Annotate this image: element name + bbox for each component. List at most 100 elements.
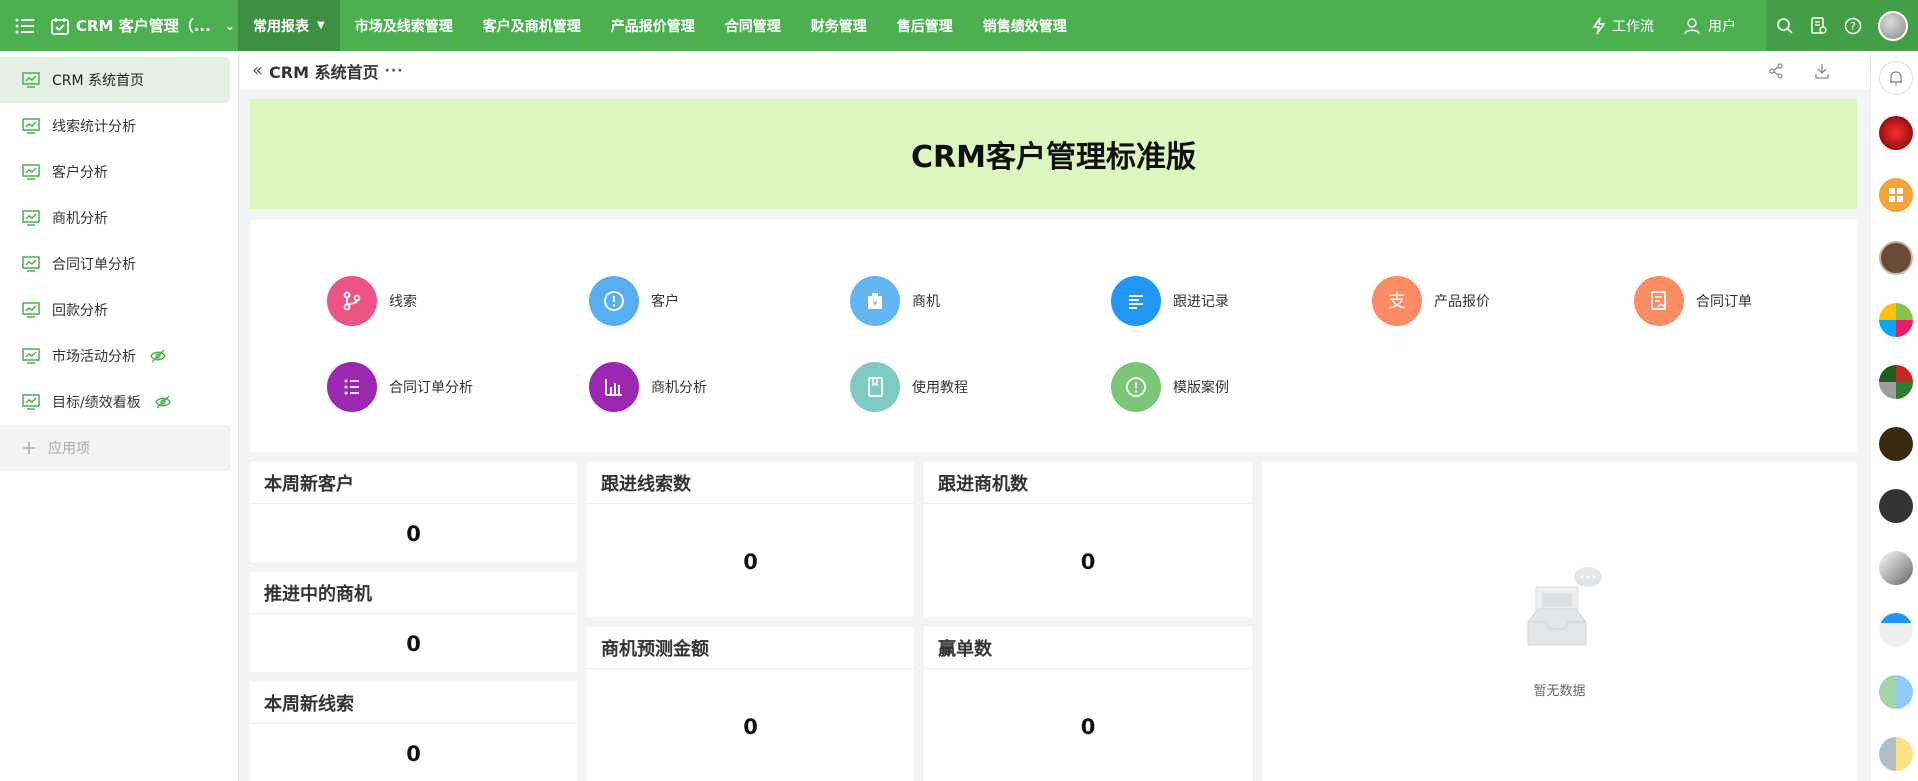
dashboard-banner: CRM客户管理标准版: [250, 99, 1857, 209]
svg-text:支: 支: [1388, 291, 1406, 312]
card-followed-opps: 跟进商机数 0: [924, 462, 1252, 617]
rail-app-avatar[interactable]: [1879, 427, 1913, 461]
card-won-deals: 赢单数 0: [924, 627, 1252, 781]
card-value: 0: [743, 715, 758, 739]
content-header: « CRM 系统首页 ···: [240, 51, 1870, 91]
shortcut-leads[interactable]: 线索: [327, 276, 417, 326]
more-options-icon[interactable]: ···: [385, 63, 404, 79]
shortcut-label: 跟进记录: [1173, 294, 1229, 310]
rail-app-avatar[interactable]: [1879, 116, 1913, 150]
caret-down-icon: ▼: [317, 20, 325, 31]
document-settings-icon[interactable]: [1810, 16, 1828, 35]
shortcut-label: 客户: [651, 294, 679, 310]
shortcut-label: 线索: [389, 294, 417, 310]
card-title: 赢单数: [924, 627, 1252, 669]
nav-product-quotes[interactable]: 产品报价管理: [596, 0, 710, 51]
header-tools: [1768, 51, 1830, 91]
app-switcher[interactable]: CRM 客户管理（... ⌄: [50, 0, 238, 51]
sidebar-item-crm-home[interactable]: CRM 系统首页: [0, 57, 230, 103]
chart-board-icon: [22, 302, 40, 318]
sidebar-item-customer-analysis[interactable]: 客户分析: [0, 149, 230, 195]
shortcut-opp-analysis[interactable]: 商机分析: [589, 362, 707, 412]
nav-common-reports[interactable]: 常用报表 ▼: [238, 0, 340, 51]
shortcut-opportunities[interactable]: ¥ 商机: [850, 276, 940, 326]
collapse-sidebar-icon[interactable]: «: [252, 60, 263, 81]
rail-app-avatar[interactable]: [1879, 551, 1913, 585]
nav-label: 合同管理: [724, 18, 781, 35]
rail-group-avatar[interactable]: [1879, 303, 1913, 337]
sidebar-item-lead-stats[interactable]: 线索统计分析: [0, 103, 230, 149]
branch-icon: [327, 276, 377, 326]
menu-icon[interactable]: [0, 0, 50, 51]
empty-inbox-icon: [1527, 567, 1602, 646]
svg-text:?: ?: [1850, 20, 1856, 33]
card-title: 商机预测金额: [587, 627, 914, 669]
sidebar-add-app-item[interactable]: 应用项: [0, 425, 230, 471]
rail-group-avatar[interactable]: [1879, 365, 1913, 399]
shortcut-product-quotes[interactable]: 支 产品报价: [1372, 276, 1490, 326]
shortcut-contract-analysis[interactable]: 合同订单分析: [327, 362, 473, 412]
sidebar-item-opp-analysis[interactable]: 商机分析: [0, 195, 230, 241]
chart-board-icon: [22, 118, 40, 134]
sidebar-item-label: 线索统计分析: [52, 119, 136, 135]
bell-icon[interactable]: [1879, 61, 1913, 95]
rail-group-avatar[interactable]: [1879, 737, 1913, 771]
search-icon[interactable]: [1776, 17, 1794, 35]
alert-circle-icon: [589, 276, 639, 326]
rail-app-avatar[interactable]: [1879, 241, 1913, 275]
sidebar-item-contract-analysis[interactable]: 合同订单分析: [0, 241, 230, 287]
card-title: 本周新线索: [250, 682, 577, 724]
shortcut-label: 合同订单分析: [389, 380, 473, 396]
shortcut-follow-records[interactable]: 跟进记录: [1111, 276, 1229, 326]
page-title: CRM 系统首页: [269, 62, 379, 82]
sidebar: CRM 系统首页 线索统计分析 客户分析 商机分析 合同订单分析 回款分析 市场…: [0, 51, 239, 781]
download-icon[interactable]: [1814, 63, 1830, 79]
card-value: 0: [406, 632, 421, 656]
nav-contracts[interactable]: 合同管理: [710, 0, 796, 51]
calendar-check-icon: [51, 17, 69, 35]
nav-market-leads[interactable]: 市场及线索管理: [340, 0, 468, 51]
topbar-right: 工作流 用户 ?: [1592, 0, 1918, 51]
rail-group-avatar[interactable]: [1879, 675, 1913, 709]
alipay-icon: 支: [1372, 276, 1422, 326]
card-title: 本周新客户: [250, 462, 577, 504]
grid-apps-icon[interactable]: [1879, 178, 1913, 212]
sidebar-add-label: 应用项: [48, 441, 90, 457]
card-weekly-new-customers: 本周新客户 0: [250, 462, 577, 562]
svg-text:¥: ¥: [872, 299, 877, 308]
sidebar-item-marketing-analysis[interactable]: 市场活动分析: [0, 333, 230, 379]
user-link[interactable]: 用户: [1684, 16, 1736, 36]
shortcut-label: 商机: [912, 294, 940, 310]
app-title: CRM 客户管理（...: [76, 17, 211, 35]
nav-customers-opps[interactable]: 客户及商机管理: [468, 0, 596, 51]
sidebar-item-label: 客户分析: [52, 165, 108, 181]
bar-chart-icon: [589, 362, 639, 412]
eye-off-icon: [154, 395, 171, 409]
nav-sales-performance[interactable]: 销售绩效管理: [968, 0, 1082, 51]
shortcut-tutorial[interactable]: 使用教程: [850, 362, 968, 412]
book-icon: [850, 362, 900, 412]
card-opp-forecast: 商机预测金额 0: [587, 627, 914, 781]
card-value: 0: [406, 742, 421, 766]
user-avatar[interactable]: [1878, 10, 1908, 41]
sidebar-item-label: 合同订单分析: [52, 257, 136, 273]
chart-board-icon: [22, 256, 40, 272]
chart-board-icon: [22, 72, 40, 88]
card-weekly-new-leads: 本周新线索 0: [250, 682, 577, 781]
sidebar-item-target-dashboard[interactable]: 目标/绩效看板: [0, 379, 230, 425]
sidebar-item-payment-analysis[interactable]: 回款分析: [0, 287, 230, 333]
chart-board-icon: [22, 348, 40, 364]
help-icon[interactable]: ?: [1844, 17, 1862, 35]
nav-finance[interactable]: 财务管理: [796, 0, 882, 51]
shortcut-template-cases[interactable]: 模版案例: [1111, 362, 1229, 412]
chevron-down-icon: ⌄: [224, 18, 235, 33]
nav-label: 客户及商机管理: [482, 18, 581, 35]
shortcut-contract-orders[interactable]: 合同订单: [1634, 276, 1752, 326]
workflow-link[interactable]: 工作流: [1592, 16, 1654, 36]
share-icon[interactable]: [1768, 63, 1784, 79]
card-value: 0: [1080, 550, 1096, 574]
rail-app-avatar[interactable]: [1879, 489, 1913, 523]
shortcut-customers[interactable]: 客户: [589, 276, 679, 326]
nav-after-sales[interactable]: 售后管理: [882, 0, 968, 51]
rail-app-avatar[interactable]: [1879, 613, 1913, 647]
